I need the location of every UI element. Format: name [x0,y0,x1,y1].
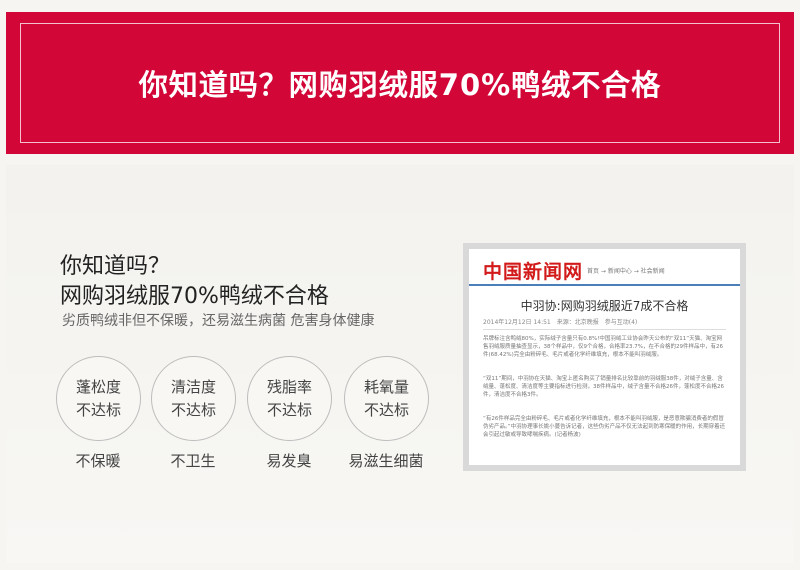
news-title: 中羽协:网购羽绒服近7成不合格 [520,299,689,313]
news-paragraph: 吊牌标注含鸭绒80%，实际绒子含量只有0.8%!中国羽绒工业协会昨天公布的“双1… [483,336,723,358]
news-breadcrumb: 首页 → 新闻中心 → 社会新闻 [587,268,665,275]
metric-name: 耗氧量 [363,377,409,396]
metric-name: 蓬松度 [75,377,121,396]
banner-frame: 你知道吗？网购羽绒服70%鸭绒不合格 [20,23,780,143]
news-divider [469,284,740,286]
title-banner: 你知道吗？网购羽绒服70%鸭绒不合格 [6,12,794,154]
metric-circle-fat-residue: 残脂率 不达标 [247,356,332,441]
metric-status: 不达标 [75,400,121,419]
intro-heading: 你知道吗？ 网购羽绒服70%鸭绒不合格 [60,252,329,312]
banner-title: 你知道吗？网购羽绒服70%鸭绒不合格 [138,68,662,102]
news-page: 中国新闻网 首页 → 新闻中心 → 社会新闻 中羽协:网购羽绒服近7成不合格 2… [469,249,740,465]
metric-name: 残脂率 [266,377,312,396]
news-meta: 2014年12月12日 14:51 来源：北京晚报 参与互动(4) [483,317,726,330]
news-paragraph: “有26件样品完全由粉碎毛、毛片或者化学纤维填充，根本不能叫羽绒服，是恶意欺骗消… [483,416,726,438]
metric-circle-fluffiness: 蓬松度 不达标 [56,356,141,441]
intro-heading-line1: 你知道吗？ [60,254,171,279]
metric-effect: 不保暖 [75,452,121,470]
news-paragraph: “双11”期间，中羽协在天猫、淘宝上匿名购买了销量排名比较靠前的羽绒服38件，对… [483,376,724,398]
metric-status: 不达标 [266,400,312,419]
metric-status: 不达标 [170,400,216,419]
metric-effect: 易滋生细菌 [348,452,424,470]
metric-circle-oxygen-consumption: 耗氧量 不达标 [344,356,429,441]
metric-status: 不达标 [363,400,409,419]
intro-heading-line2: 网购羽绒服70%鸭绒不合格 [60,284,329,309]
intro-subtitle: 劣质鸭绒非但不保暖，还易滋生病菌 危害身体健康 [62,313,375,329]
metric-effect: 不卫生 [170,452,216,470]
news-logo: 中国新闻网 [483,261,584,283]
metric-effect: 易发臭 [266,452,312,470]
metric-circle-cleanliness: 清洁度 不达标 [151,356,236,441]
news-screenshot: 中国新闻网 首页 → 新闻中心 → 社会新闻 中羽协:网购羽绒服近7成不合格 2… [463,243,746,471]
metric-name: 清洁度 [170,377,216,396]
